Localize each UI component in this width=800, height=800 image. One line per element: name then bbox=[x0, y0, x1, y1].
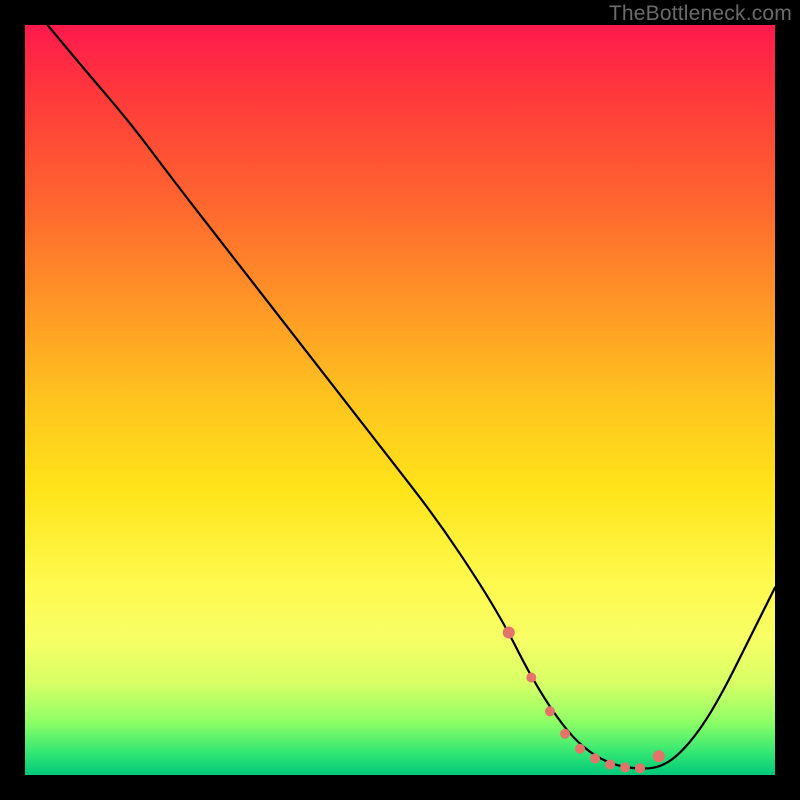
highlight-dot bbox=[503, 627, 515, 639]
highlight-dot bbox=[620, 763, 630, 773]
highlight-dot bbox=[526, 673, 536, 683]
chart-frame: TheBottleneck.com bbox=[0, 0, 800, 800]
highlight-dot bbox=[653, 750, 665, 762]
plot-area bbox=[25, 25, 775, 775]
chart-svg bbox=[25, 25, 775, 775]
highlight-dots-group bbox=[503, 627, 665, 774]
highlight-dot bbox=[575, 744, 585, 754]
highlight-dot bbox=[545, 706, 555, 716]
highlight-dot bbox=[635, 763, 645, 773]
highlight-dot bbox=[560, 729, 570, 739]
watermark-text: TheBottleneck.com bbox=[609, 2, 792, 26]
highlight-dot bbox=[590, 754, 600, 764]
bottleneck-curve bbox=[48, 25, 776, 769]
highlight-dot bbox=[605, 760, 615, 770]
